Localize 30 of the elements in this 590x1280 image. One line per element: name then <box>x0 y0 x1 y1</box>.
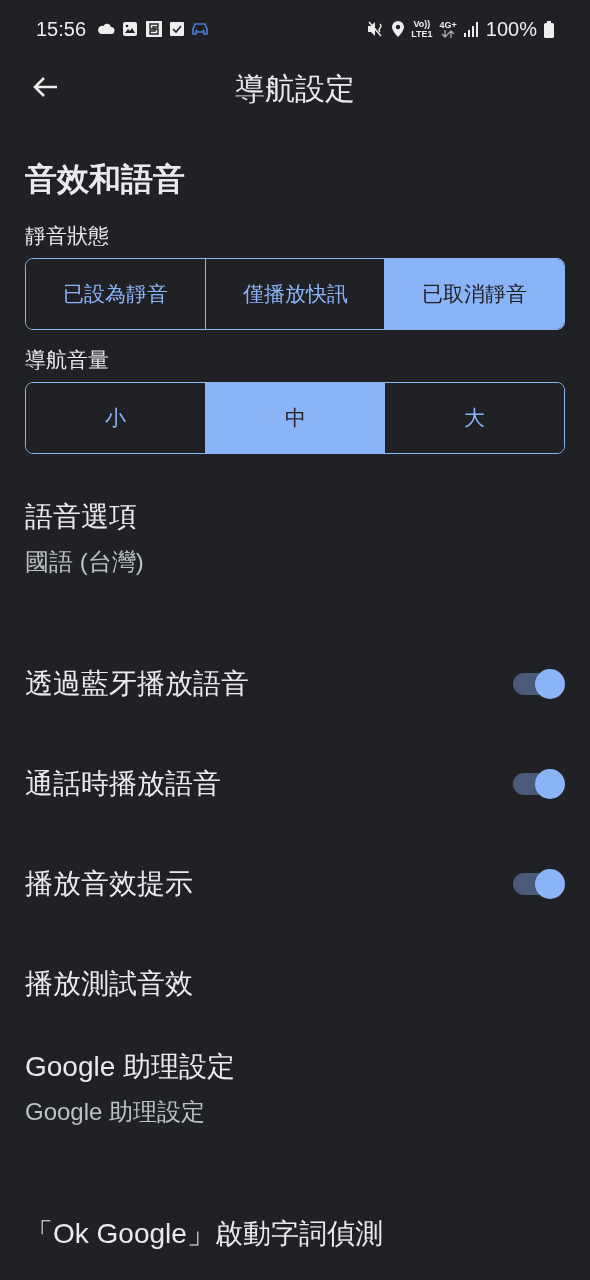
car-icon <box>191 22 210 36</box>
battery-percentage: 100% <box>485 17 537 41</box>
location-icon <box>392 21 405 37</box>
setting-title[interactable]: 語音選項 <box>25 498 565 536</box>
status-time: 15:56 <box>36 17 87 41</box>
checkbox-icon <box>170 21 185 37</box>
setting-title[interactable]: Google 助理設定 <box>25 1048 565 1086</box>
setting-title: 通話時播放語音 <box>25 767 221 801</box>
lte-label: LTE1 <box>411 29 433 39</box>
cloud-icon <box>97 23 116 35</box>
group-label: 靜音狀態 <box>25 223 110 249</box>
setting-title: 播放音效提示 <box>25 867 193 901</box>
battery-icon <box>544 20 554 38</box>
setting-title: 透過藍牙播放語音 <box>25 667 249 701</box>
screen-title: 導航設定 <box>235 70 355 107</box>
volte-label: Vo)) <box>413 19 431 29</box>
setting-subtitle: Google 助理設定 <box>25 1097 207 1127</box>
signal-icon <box>463 21 479 37</box>
group-label: 導航音量 <box>25 347 110 373</box>
setting-title[interactable]: 「Ok Google」啟動字詞偵測 <box>25 1215 383 1253</box>
image-icon <box>122 21 139 37</box>
segment-option[interactable]: 已取消靜音 <box>384 259 564 329</box>
setting-title[interactable]: 播放測試音效 <box>25 965 193 1003</box>
setting-subtitle: 國語 (台灣) <box>25 547 145 577</box>
segment-option[interactable]: 大 <box>384 383 564 453</box>
app-icon <box>145 20 164 38</box>
data-type-label: 4G+ <box>439 20 457 30</box>
section-heading: 音效和語音 <box>25 160 186 199</box>
segment-option[interactable]: 中 <box>204 383 385 453</box>
data-arrows-icon <box>441 30 456 38</box>
